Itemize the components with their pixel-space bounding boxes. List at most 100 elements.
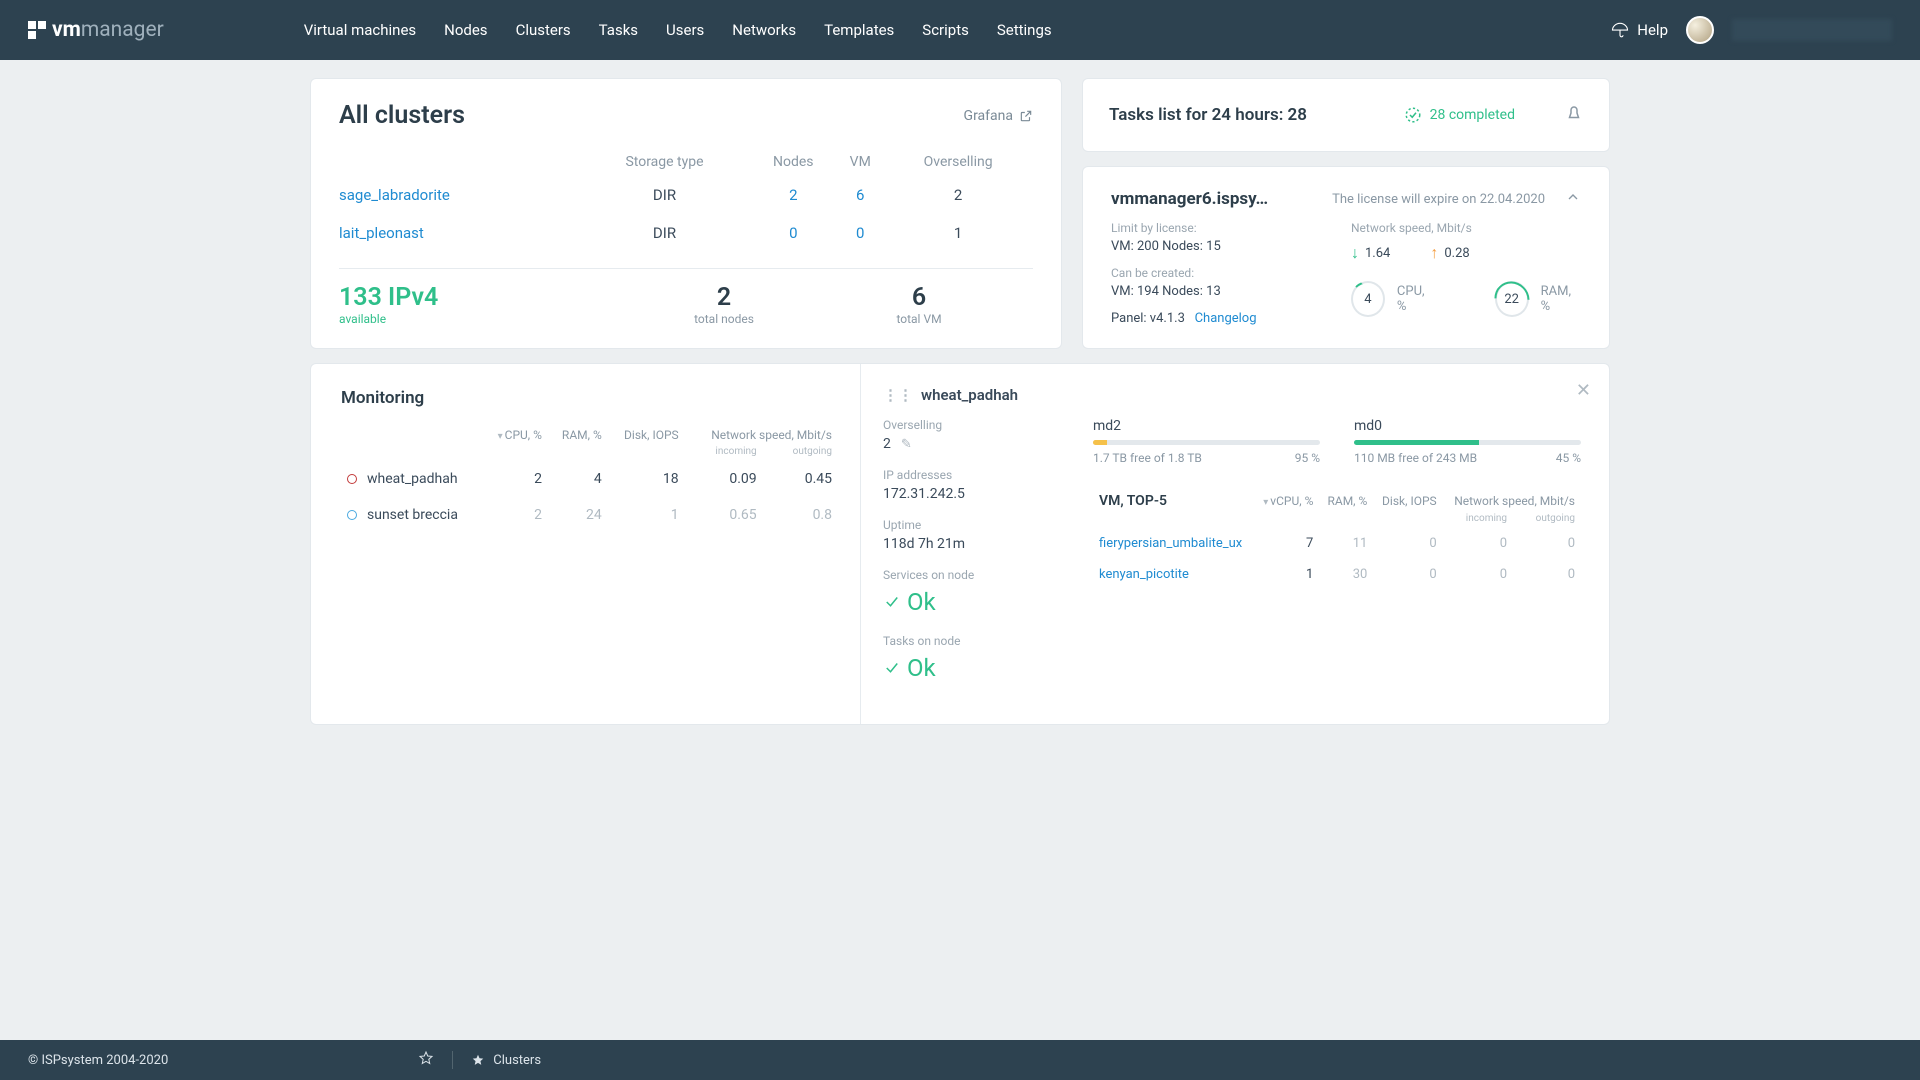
col-vm[interactable]: VM (837, 148, 883, 176)
tasks-title: Tasks list for 24 hours: 28 (1109, 105, 1307, 125)
vm-top5-table: VM, TOP-5 ▾vCPU, % RAM, % Disk, IOPS Net… (1093, 489, 1581, 590)
cluster-link[interactable]: lait_pleonast (339, 224, 424, 242)
cell-ram: 30 (1319, 559, 1373, 590)
mon-col-cpu[interactable]: ▾CPU, % (483, 424, 548, 446)
clusters-table: Storage type Nodes VM Overselling sage_l… (339, 148, 1033, 252)
favorite-button[interactable] (418, 1050, 434, 1070)
cell-out: 0 (1513, 528, 1581, 559)
cluster-link[interactable]: sage_labradorite (339, 186, 450, 204)
top5-row[interactable]: fierypersian_umbalite_ux 7 11 0 0 0 (1093, 528, 1581, 559)
breadcrumb-label: Clusters (493, 1053, 541, 1068)
cell-vm[interactable]: 6 (856, 186, 864, 204)
umbrella-icon (1611, 21, 1629, 39)
can-value: VM: 194 Nodes: 13 (1111, 284, 1291, 299)
changelog-link[interactable]: Changelog (1195, 311, 1257, 326)
table-row[interactable]: sage_labradorite DIR 2 6 2 (339, 176, 1033, 214)
main-nav: Virtual machines Nodes Clusters Tasks Us… (304, 21, 1052, 39)
node-name: wheat_padhah (367, 471, 458, 487)
ipv4-sub: available (339, 312, 599, 326)
logo[interactable]: vmmanager (28, 18, 164, 42)
ram-value: 22 (1504, 292, 1519, 307)
nav-virtual-machines[interactable]: Virtual machines (304, 21, 416, 39)
monitoring-row[interactable]: sunset breccia 2 24 1 0.65 0.8 (341, 497, 838, 533)
cell-nodes[interactable]: 2 (789, 186, 797, 204)
nav-settings[interactable]: Settings (997, 21, 1052, 39)
expand-tasks-button[interactable] (1565, 104, 1583, 126)
total-nodes: 2 (599, 283, 849, 312)
ip-value: 172.31.242.5 (883, 486, 1043, 502)
edit-overselling-button[interactable]: ✎ (901, 437, 912, 452)
top5-col-disk[interactable]: Disk, IOPS (1373, 489, 1442, 513)
nav-tasks[interactable]: Tasks (599, 21, 638, 39)
cell-vcpu: 7 (1255, 528, 1320, 559)
top5-col-out: outgoing (1513, 513, 1581, 528)
over-label: Overselling (883, 418, 1043, 432)
check-icon (883, 659, 901, 677)
help-label: Help (1637, 21, 1668, 39)
nav-nodes[interactable]: Nodes (444, 21, 487, 39)
nav-scripts[interactable]: Scripts (922, 21, 969, 39)
cell-out: 0.8 (763, 497, 838, 533)
limit-value: VM: 200 Nodes: 15 (1111, 239, 1291, 254)
tasks-ok: Ok (883, 654, 1043, 682)
status-dot-icon (347, 474, 357, 484)
top5-row[interactable]: kenyan_picotite 1 30 0 0 0 (1093, 559, 1581, 590)
disk-item: md0 110 MB free of 243 MB45 % (1354, 418, 1581, 465)
copyright: © ISPsystem 2004-2020 (28, 1053, 168, 1068)
chevron-up-icon (1565, 189, 1581, 205)
help-button[interactable]: Help (1611, 21, 1668, 39)
table-row[interactable]: lait_pleonast DIR 0 0 1 (339, 214, 1033, 252)
grafana-label: Grafana (964, 108, 1013, 124)
cell-disk: 0 (1373, 559, 1442, 590)
col-nodes[interactable]: Nodes (749, 148, 837, 176)
cell-out: 0.45 (763, 461, 838, 497)
collapse-button[interactable] (1565, 189, 1581, 209)
nav-templates[interactable]: Templates (824, 21, 894, 39)
cell-nodes[interactable]: 0 (789, 224, 797, 242)
total-vm: 6 (849, 283, 989, 312)
tasks-completed[interactable]: 28 completed (1404, 106, 1515, 124)
top5-col-ram[interactable]: RAM, % (1319, 489, 1373, 513)
top5-col-net[interactable]: Network speed, Mbit/s (1443, 489, 1581, 513)
cell-vm[interactable]: 0 (856, 224, 864, 242)
vm-link[interactable]: kenyan_picotite (1099, 567, 1189, 582)
col-storage[interactable]: Storage type (580, 148, 750, 176)
mon-col-disk[interactable]: Disk, IOPS (608, 424, 685, 446)
monitoring-card: Monitoring ▾CPU, % RAM, % Disk, IOPS Net… (310, 363, 1610, 725)
drag-handle-icon[interactable]: ⋮⋮ (883, 386, 913, 404)
check-icon (883, 593, 901, 611)
services-ok: Ok (883, 588, 1043, 616)
tasks-completed-label: 28 completed (1430, 107, 1515, 123)
user-menu[interactable] (1732, 19, 1892, 41)
close-detail-button[interactable]: ✕ (1576, 380, 1591, 401)
avatar[interactable] (1686, 16, 1714, 44)
monitoring-row[interactable]: wheat_padhah 2 4 18 0.09 0.45 (341, 461, 838, 497)
breadcrumb[interactable]: Clusters (471, 1053, 541, 1068)
nav-networks[interactable]: Networks (732, 21, 796, 39)
speed-label: Network speed, Mbit/s (1351, 221, 1581, 235)
mon-col-in: incoming (685, 446, 763, 461)
cell-in: 0.65 (685, 497, 763, 533)
disk-free: 1.7 TB free of 1.8 TB (1093, 451, 1202, 465)
mon-col-ram[interactable]: RAM, % (548, 424, 608, 446)
nav-clusters[interactable]: Clusters (516, 21, 571, 39)
disk-name: md2 (1093, 418, 1320, 434)
top5-col-vcpu[interactable]: ▾vCPU, % (1255, 489, 1320, 513)
speed-up: 0.28 (1444, 246, 1469, 261)
footer: © ISPsystem 2004-2020 Clusters (0, 1040, 1920, 1080)
nav-users[interactable]: Users (666, 21, 704, 39)
ram-label: RAM, % (1541, 284, 1581, 314)
disk-pct: 45 % (1556, 451, 1581, 465)
star-icon (471, 1053, 485, 1067)
vm-link[interactable]: fierypersian_umbalite_ux (1099, 536, 1242, 551)
grafana-link[interactable]: Grafana (964, 108, 1033, 124)
cell-in: 0.09 (685, 461, 763, 497)
arrow-up-icon: ↑ (1430, 243, 1438, 263)
star-outline-icon (418, 1050, 434, 1066)
mon-col-net[interactable]: Network speed, Mbit/s (685, 424, 838, 446)
monitoring-list: Monitoring ▾CPU, % RAM, % Disk, IOPS Net… (311, 364, 861, 724)
col-over[interactable]: Overselling (883, 148, 1033, 176)
top5-col-in: incoming (1443, 513, 1513, 528)
external-link-icon (1019, 109, 1033, 123)
cell-storage: DIR (580, 214, 750, 252)
